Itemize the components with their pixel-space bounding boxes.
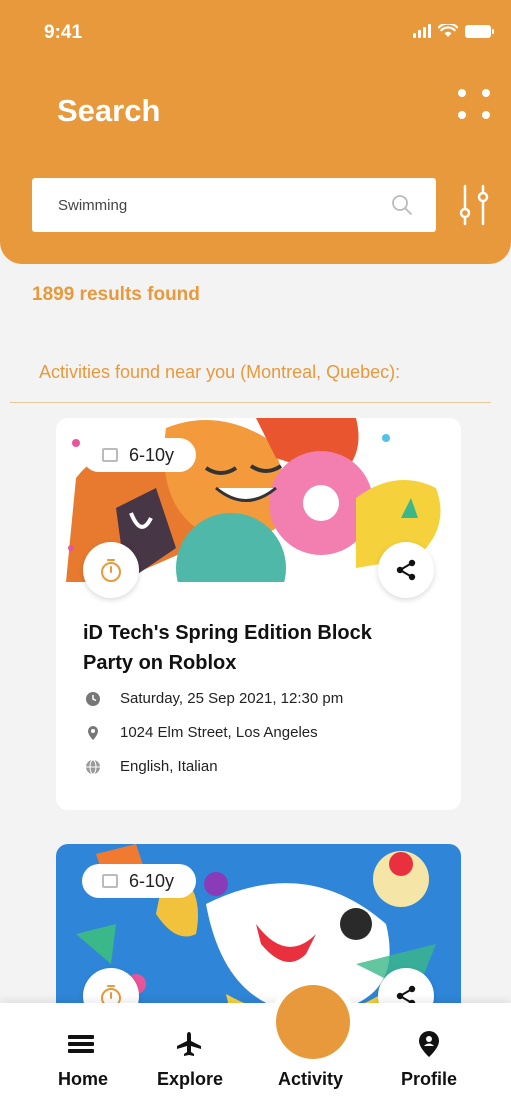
search-icon[interactable] [390, 193, 414, 217]
language-text: English, Italian [120, 758, 218, 775]
share-icon [396, 559, 416, 581]
nav-explore[interactable]: Explore [156, 1003, 230, 1107]
calendar-icon [102, 874, 118, 888]
airplane-icon [174, 1029, 204, 1059]
location-icon [85, 725, 101, 741]
nav-activity-label: Activity [278, 1069, 344, 1089]
clock-icon [85, 691, 101, 707]
status-icons [413, 24, 494, 38]
page-title: Search [57, 93, 161, 128]
wifi-icon [438, 24, 458, 37]
address-row: 1024 Elm Street, Los Angeles [85, 724, 318, 741]
date-row: Saturday, 25 Sep 2021, 12:30 pm [85, 690, 343, 707]
bottom-nav: Home Explore Activity Profile [0, 1003, 511, 1107]
filter-sliders-icon[interactable] [456, 182, 492, 228]
nav-profile-label: Profile [401, 1069, 458, 1089]
nav-explore-label: Explore [157, 1069, 224, 1089]
search-box [32, 178, 436, 232]
activity-circle-button[interactable] [276, 985, 350, 1059]
grid-menu-button[interactable] [456, 87, 492, 123]
battery-icon [465, 25, 494, 38]
share-button[interactable] [378, 542, 434, 598]
nearby-heading: Activities found near you (Montreal, Que… [39, 362, 401, 382]
results-count: 1899 results found [32, 284, 200, 305]
header: 9:41 Search [0, 0, 511, 264]
search-input[interactable] [32, 178, 372, 232]
signal-icon [413, 24, 431, 38]
age-badge: 6-10y [82, 864, 196, 898]
age-label: 6-10y [129, 870, 175, 891]
timer-button[interactable] [83, 542, 139, 598]
age-badge: 6-10y [82, 438, 196, 472]
activity-card[interactable]: 6-10y iD Tech's Spring Edition Block Par… [56, 418, 461, 810]
menu-icon [66, 1029, 96, 1059]
divider [10, 402, 491, 403]
globe-icon [85, 759, 101, 775]
date-text: Saturday, 25 Sep 2021, 12:30 pm [120, 690, 344, 707]
location-pin-icon [414, 1029, 444, 1059]
nav-home[interactable]: Home [56, 1003, 116, 1107]
stopwatch-icon [101, 559, 121, 582]
status-time: 9:41 [44, 22, 83, 43]
language-row: English, Italian [85, 758, 218, 775]
age-label: 6-10y [129, 444, 175, 465]
nav-profile[interactable]: Profile [400, 1003, 464, 1107]
nav-home-label: Home [58, 1069, 109, 1089]
activity-title[interactable]: iD Tech's Spring Edition Block Party on … [83, 618, 423, 678]
address-text: 1024 Elm Street, Los Angeles [120, 724, 318, 741]
calendar-icon [102, 448, 118, 462]
